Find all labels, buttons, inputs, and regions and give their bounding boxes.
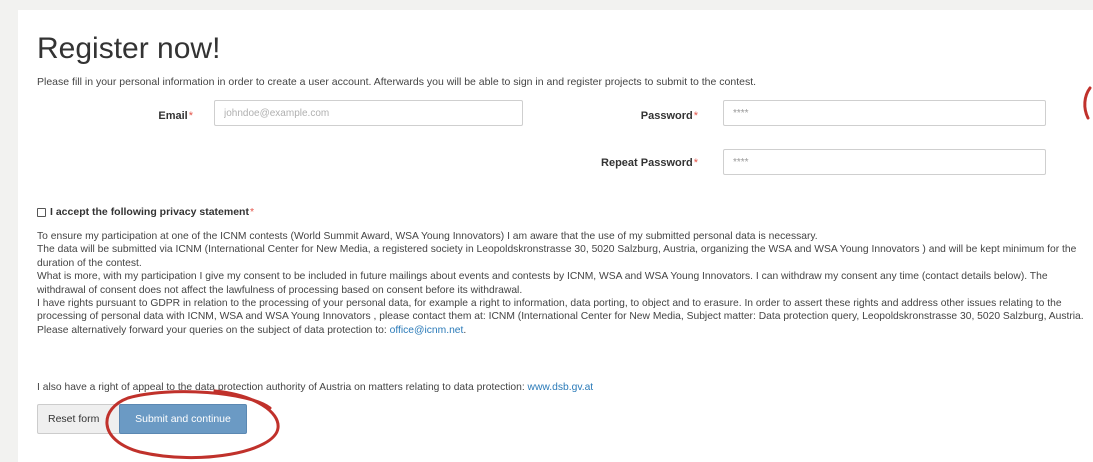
- privacy-paragraph: To ensure my participation at one of the…: [37, 231, 818, 242]
- privacy-paragraph-text: I have rights pursuant to GDPR in relati…: [37, 298, 1084, 336]
- privacy-paragraph: What is more, with my participation I gi…: [37, 271, 1048, 296]
- office-email-link[interactable]: office@icnm.net: [390, 325, 464, 336]
- required-marker: *: [249, 206, 255, 218]
- appeal-text-body: I also have a right of appeal to the dat…: [37, 382, 528, 393]
- password-field[interactable]: [723, 100, 1046, 126]
- privacy-consent-row[interactable]: I accept the following privacy statement…: [37, 206, 254, 218]
- required-marker: *: [693, 157, 698, 169]
- appeal-text: I also have a right of appeal to the dat…: [37, 382, 593, 393]
- email-label: Email*: [118, 110, 193, 122]
- privacy-paragraph: The data will be submitted via ICNM (Int…: [37, 244, 1077, 269]
- required-marker: *: [188, 110, 193, 122]
- privacy-statement: To ensure my participation at one of the…: [37, 230, 1087, 337]
- privacy-checkbox-label: I accept the following privacy statement: [50, 206, 249, 218]
- email-field[interactable]: [214, 100, 523, 126]
- privacy-checkbox[interactable]: [37, 207, 46, 217]
- repeat-password-label: Repeat Password*: [558, 157, 698, 169]
- intro-text: Please fill in your personal information…: [37, 76, 757, 88]
- reset-form-button[interactable]: Reset form: [37, 404, 131, 434]
- registration-card: Register now! Please fill in your person…: [18, 10, 1093, 462]
- repeat-password-label-text: Repeat Password: [601, 157, 693, 169]
- password-label-text: Password: [640, 110, 693, 122]
- email-label-text: Email: [158, 110, 188, 122]
- repeat-password-field[interactable]: [723, 149, 1046, 175]
- privacy-paragraph: I have rights pursuant to GDPR in relati…: [37, 298, 1084, 336]
- page-title: Register now!: [37, 32, 221, 65]
- dsb-link[interactable]: www.dsb.gv.at: [528, 382, 594, 393]
- required-marker: *: [693, 110, 698, 122]
- password-label: Password*: [578, 110, 698, 122]
- submit-button[interactable]: Submit and continue: [119, 404, 247, 434]
